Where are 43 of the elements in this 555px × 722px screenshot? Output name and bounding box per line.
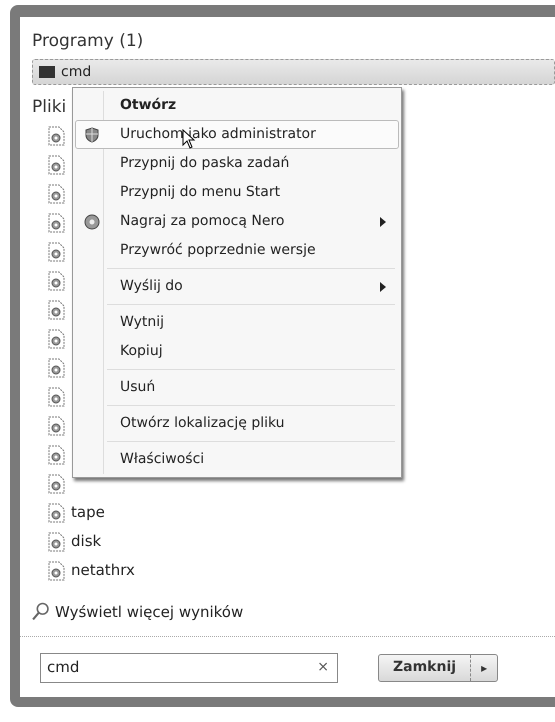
disc-icon [84,214,100,230]
shield-icon [84,127,100,143]
file-icon [48,212,65,232]
file-icon [48,444,65,464]
menu-item[interactable]: Usuń [75,373,399,402]
file-icon [48,358,65,378]
file-name[interactable]: disk [71,530,102,553]
search-icon [32,602,49,622]
more-results-link[interactable]: Wyświetl więcej wyników [55,601,244,624]
file-name[interactable]: netathrx [71,559,135,582]
menu-item[interactable]: Przypnij do paska zadań [75,149,399,178]
menu-item[interactable]: Przypnij do menu Start [75,178,399,207]
clear-button[interactable]: × [317,657,329,678]
section-heading: Programy (1) [32,30,144,53]
shutdown-button[interactable]: Zamknij [379,654,470,680]
file-icon [48,502,65,522]
file-icon [48,184,65,204]
file-icon [48,328,65,348]
file-icon [48,560,65,580]
file-icon [48,474,65,494]
menu-item[interactable]: Właściwości [75,445,399,474]
shutdown-options-button[interactable]: ▸ [470,654,498,680]
file-icon [48,386,65,406]
file-name[interactable]: tape [71,501,105,524]
menu-item[interactable]: Przywróć poprzednie wersje [75,236,399,265]
file-icon [48,300,65,320]
search-field[interactable]: cmd × [40,652,338,682]
search-value: cmd [47,657,80,678]
menu-item[interactable]: Nagraj za pomocą Nero [75,207,399,236]
file-icon [48,416,65,436]
menu-item[interactable]: Wytnij [75,308,399,337]
program-item[interactable]: cmd [32,59,555,85]
section-heading: Pliki [32,96,66,119]
menu-item[interactable]: Kopiuj [75,337,399,366]
menu-item[interactable]: Wyślij do [75,272,399,301]
menu-item[interactable]: Otwórz [75,91,399,120]
file-icon [48,126,65,146]
file-icon [48,242,65,262]
file-icon [48,154,65,174]
file-icon [48,270,65,290]
menu-item[interactable]: Otwórz lokalizację pliku [75,409,399,438]
console-icon [39,66,55,78]
file-icon [48,532,65,552]
